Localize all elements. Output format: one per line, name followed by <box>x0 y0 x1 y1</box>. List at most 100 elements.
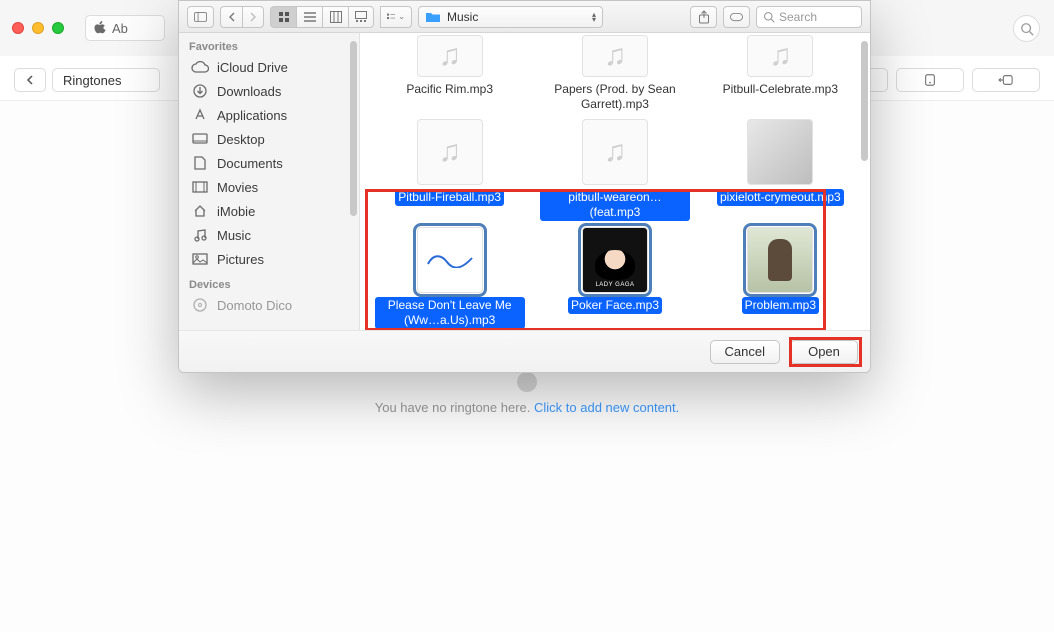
device-icon <box>922 73 938 87</box>
chevron-left-icon <box>228 12 236 22</box>
document-icon <box>191 155 209 171</box>
sidebar-item-remote-disc[interactable]: Domoto Dico <box>179 293 359 317</box>
sidebar-item-imobie[interactable]: iMobie <box>179 199 359 223</box>
add-content-link[interactable]: Click to add new content. <box>534 400 679 415</box>
scrollbar[interactable] <box>350 41 357 216</box>
sidebar-item-pictures[interactable]: Pictures <box>179 247 359 271</box>
dialog-body: Favorites iCloud Drive Downloads Applica… <box>179 33 870 330</box>
file-name: Please Don't Leave Me (Ww…a.Us).mp3 <box>375 297 525 329</box>
file-item[interactable]: ♫ Papers (Prod. by Sean Garrett).mp3 <box>540 35 690 113</box>
sidebar-item-movies[interactable]: Movies <box>179 175 359 199</box>
view-columns-button[interactable] <box>322 6 348 28</box>
view-gallery-button[interactable] <box>348 6 374 28</box>
download-icon <box>191 83 209 99</box>
folder-icon <box>425 11 441 23</box>
address-bar[interactable]: Ab <box>85 15 165 41</box>
sidebar-icon <box>194 11 207 23</box>
cloud-icon <box>191 59 209 75</box>
apple-logo-icon <box>94 21 106 35</box>
chevron-right-icon <box>249 12 257 22</box>
search-placeholder: Search <box>779 10 817 24</box>
sidebar-item-label: Downloads <box>217 84 281 99</box>
sidebar-toggle-button[interactable] <box>187 6 214 28</box>
cover-art-icon <box>768 239 792 281</box>
sidebar-item-label: Pictures <box>217 252 264 267</box>
file-name: Pitbull-Fireball.mp3 <box>395 189 504 206</box>
sidebar-item-label: iCloud Drive <box>217 60 288 75</box>
close-window-button[interactable] <box>12 22 24 34</box>
tags-button[interactable] <box>723 6 750 28</box>
music-note-icon: ♫ <box>769 39 792 73</box>
bg-back-button[interactable] <box>14 68 46 92</box>
folder-popup-label: Music <box>447 10 478 24</box>
sidebar-group-favorites: Favorites <box>179 33 359 55</box>
file-name: pitbull-weareon…(feat.mp3 <box>540 189 690 221</box>
group-icon <box>387 12 395 22</box>
music-icon <box>191 227 209 243</box>
list-icon <box>304 12 316 22</box>
share-button[interactable] <box>690 6 717 28</box>
search-icon <box>1020 22 1034 36</box>
file-thumbnail: ♫ <box>582 119 648 185</box>
empty-state-prefix: You have no ringtone here. <box>375 400 534 415</box>
todevice-button[interactable] <box>896 68 964 92</box>
file-name: pixielott-crymeout.mp3 <box>717 189 844 206</box>
scrollbar[interactable] <box>861 41 868 161</box>
share-icon <box>698 10 710 24</box>
file-grid: ♫ Pacific Rim.mp3 ♫ Papers (Prod. by Sea… <box>360 33 870 330</box>
sidebar-item-label: iMobie <box>217 204 255 219</box>
file-item[interactable]: pixielott-crymeout.mp3 <box>705 119 855 221</box>
file-thumbnail: LADY GAGA <box>582 227 648 293</box>
sidebar-item-label: Domoto Dico <box>217 298 292 313</box>
breadcrumb[interactable]: Ringtones <box>52 68 160 92</box>
sidebar-item-desktop[interactable]: Desktop <box>179 127 359 151</box>
view-segment <box>270 6 374 28</box>
file-item[interactable]: LADY GAGA Poker Face.mp3 <box>540 227 690 329</box>
group-by-segment: ⌄ <box>380 6 412 28</box>
file-item[interactable]: Problem.mp3 <box>705 227 855 329</box>
minimize-window-button[interactable] <box>32 22 44 34</box>
file-item[interactable]: ♫ pitbull-weareon…(feat.mp3 <box>540 119 690 221</box>
nav-forward-button[interactable] <box>242 6 264 28</box>
breadcrumb-label: Ringtones <box>63 73 122 88</box>
file-item[interactable]: ♫ Pacific Rim.mp3 <box>375 35 525 113</box>
file-item[interactable]: Please Don't Leave Me (Ww…a.Us).mp3 <box>375 227 525 329</box>
tag-icon <box>730 12 743 22</box>
sidebar-item-downloads[interactable]: Downloads <box>179 79 359 103</box>
view-icons-button[interactable] <box>270 6 296 28</box>
disc-icon <box>191 297 209 313</box>
file-thumbnail: ♫ <box>747 35 813 77</box>
file-thumbnail: ♫ <box>582 35 648 77</box>
grid-icon <box>278 11 290 23</box>
export-button[interactable] <box>972 68 1040 92</box>
sidebar-item-music[interactable]: Music <box>179 223 359 247</box>
file-name: Pitbull-Celebrate.mp3 <box>720 81 841 98</box>
zoom-window-button[interactable] <box>52 22 64 34</box>
sidebar-item-label: Movies <box>217 180 258 195</box>
group-by-button[interactable]: ⌄ <box>380 6 412 28</box>
file-thumbnail <box>747 119 813 185</box>
sidebar-item-label: Documents <box>217 156 283 171</box>
search-field[interactable]: Search <box>756 6 862 28</box>
nav-back-button[interactable] <box>220 6 242 28</box>
file-thumbnail <box>747 227 813 293</box>
open-button[interactable]: Open <box>790 340 858 364</box>
window-controls <box>12 22 64 34</box>
music-note-icon: ♫ <box>604 39 627 73</box>
sidebar-item-icloud[interactable]: iCloud Drive <box>179 55 359 79</box>
folder-popup[interactable]: Music ▴▾ <box>418 6 603 28</box>
sidebar-item-documents[interactable]: Documents <box>179 151 359 175</box>
cancel-button[interactable]: Cancel <box>710 340 780 364</box>
bg-search-button[interactable] <box>1013 15 1040 42</box>
cover-art-icon <box>595 250 635 280</box>
file-item[interactable]: ♫ Pitbull-Fireball.mp3 <box>375 119 525 221</box>
view-list-button[interactable] <box>296 6 322 28</box>
movie-icon <box>191 179 209 195</box>
sidebar-item-applications[interactable]: Applications <box>179 103 359 127</box>
sidebar-item-label: Music <box>217 228 251 243</box>
music-note-icon: ♫ <box>438 39 461 73</box>
file-item[interactable]: ♫ Pitbull-Celebrate.mp3 <box>705 35 855 113</box>
desktop-icon <box>191 131 209 147</box>
file-thumbnail <box>417 227 483 293</box>
updown-chevron-icon: ▴▾ <box>592 12 596 22</box>
